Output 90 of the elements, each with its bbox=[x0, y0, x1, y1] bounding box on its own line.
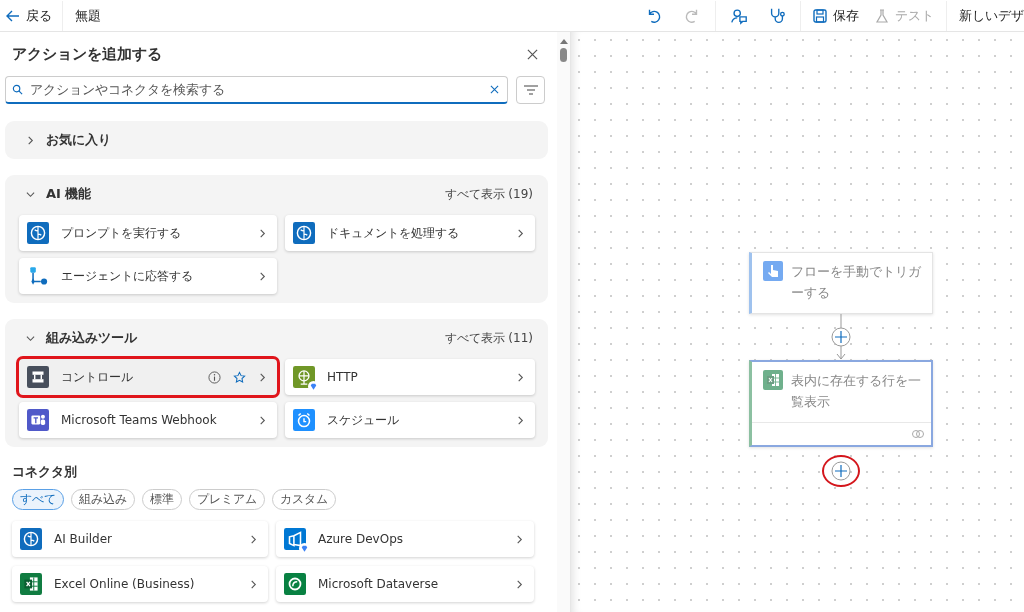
node-graph-icon bbox=[27, 265, 49, 287]
chevron-right-icon bbox=[26, 135, 35, 145]
chevron-right-icon bbox=[516, 372, 525, 382]
action-card[interactable]: プロンプトを実行する bbox=[19, 215, 277, 251]
section-heading: コネクタ別 bbox=[12, 463, 78, 481]
flow-step-card[interactable]: フローを手動でトリガーする bbox=[749, 252, 933, 314]
flow-title: 無題 bbox=[74, 6, 102, 25]
action-card[interactable]: コントロール bbox=[19, 359, 277, 395]
search-icon bbox=[12, 84, 23, 95]
action-card[interactable]: AI Builder bbox=[12, 521, 268, 557]
chevron-right-icon bbox=[515, 534, 524, 544]
dataverse-icon bbox=[284, 573, 306, 595]
devops-icon bbox=[284, 528, 306, 550]
action-label: HTTP bbox=[327, 370, 359, 384]
chevron-right-icon bbox=[249, 579, 258, 589]
filter-icon bbox=[523, 85, 538, 95]
info-icon[interactable] bbox=[208, 370, 221, 384]
step-title: 表内に存在する行を一覧表示 bbox=[791, 372, 921, 411]
chevron-right-icon bbox=[258, 415, 267, 425]
spreadsheet-icon bbox=[763, 370, 783, 390]
search-field[interactable]: アクションやコネクタを検索する bbox=[5, 76, 508, 104]
chevron-down-icon bbox=[26, 189, 35, 199]
action-card[interactable]: エージェントに応答する bbox=[19, 258, 277, 294]
see-all-link[interactable]: すべて表示 (11) bbox=[444, 329, 533, 347]
section-title: AI 機能 bbox=[46, 185, 93, 203]
chevron-right-icon bbox=[516, 415, 525, 425]
globe-icon bbox=[293, 366, 315, 388]
filter-chip[interactable]: すべて bbox=[12, 489, 64, 510]
diamond-badge-icon bbox=[308, 381, 319, 392]
action-label: AI Builder bbox=[54, 532, 113, 546]
chevron-right-icon bbox=[258, 228, 267, 238]
action-label: プロンプトを実行する bbox=[61, 224, 182, 242]
plus-icon bbox=[831, 461, 851, 481]
hand-tap-icon bbox=[763, 261, 783, 281]
control-icon bbox=[27, 366, 49, 388]
action-label: Azure DevOps bbox=[318, 532, 405, 546]
alarm-clock-icon bbox=[293, 409, 315, 431]
scrollbar[interactable] bbox=[557, 32, 571, 612]
step-title: フローを手動でトリガーする bbox=[791, 263, 922, 302]
spreadsheet-icon bbox=[20, 573, 42, 595]
flask-icon bbox=[875, 8, 889, 23]
chevron-right-icon bbox=[258, 271, 267, 281]
diamond-badge-icon bbox=[299, 543, 310, 554]
add-step-button[interactable] bbox=[822, 455, 860, 487]
section-title: 組み込みツール bbox=[46, 329, 138, 347]
filter-chip[interactable]: カスタム bbox=[272, 489, 336, 510]
action-label: Microsoft Teams Webhook bbox=[61, 413, 218, 427]
panel-title: アクションを追加する bbox=[12, 44, 162, 64]
star-icon[interactable] bbox=[233, 370, 246, 384]
flow-step-card[interactable]: 表内に存在する行を一覧表示 bbox=[749, 360, 933, 447]
save-button[interactable]: 保存 bbox=[805, 0, 867, 31]
back-arrow-icon bbox=[6, 9, 20, 22]
connector-arrow bbox=[831, 314, 851, 360]
back-button[interactable]: 戻る bbox=[0, 0, 63, 31]
chevron-down-icon bbox=[26, 333, 35, 343]
section-header[interactable]: 組み込みツール すべて表示 (11) bbox=[12, 323, 533, 353]
clear-icon[interactable] bbox=[490, 85, 499, 94]
filter-button[interactable] bbox=[516, 76, 545, 104]
action-card[interactable]: Microsoft Dataverse bbox=[276, 566, 534, 602]
teams-icon bbox=[27, 409, 49, 431]
action-card[interactable]: HTTP bbox=[285, 359, 535, 395]
section-title: お気に入り bbox=[46, 131, 112, 149]
filter-chip[interactable]: 標準 bbox=[142, 489, 182, 510]
action-label: エージェントに応答する bbox=[61, 267, 194, 285]
action-card[interactable]: スケジュール bbox=[285, 402, 535, 438]
brain-icon bbox=[20, 528, 42, 550]
section-header[interactable]: AI 機能 すべて表示 (19) bbox=[12, 179, 533, 209]
action-label: Excel Online (Business) bbox=[54, 577, 196, 591]
action-card[interactable]: ドキュメントを処理する bbox=[285, 215, 535, 251]
brain-icon bbox=[27, 222, 49, 244]
action-card[interactable]: Azure DevOps bbox=[276, 521, 534, 557]
see-all-link[interactable]: すべて表示 (19) bbox=[444, 185, 533, 203]
chevron-right-icon bbox=[516, 228, 525, 238]
stethoscope-icon[interactable] bbox=[768, 6, 786, 25]
action-card[interactable]: Microsoft Teams Webhook bbox=[19, 402, 277, 438]
action-label: Microsoft Dataverse bbox=[318, 577, 440, 591]
filter-chip[interactable]: プレミアム bbox=[189, 489, 265, 510]
link-icon bbox=[911, 429, 925, 439]
designer-toggle-label[interactable]: 新しいデザ bbox=[951, 6, 1024, 25]
filter-chip[interactable]: 組み込み bbox=[71, 489, 135, 510]
chevron-right-icon bbox=[249, 534, 258, 544]
chevron-right-icon bbox=[258, 372, 267, 382]
action-label: スケジュール bbox=[327, 411, 400, 429]
action-label: ドキュメントを処理する bbox=[327, 224, 460, 242]
brain-icon bbox=[293, 222, 315, 244]
close-icon[interactable] bbox=[527, 48, 538, 60]
action-card[interactable]: Excel Online (Business) bbox=[12, 566, 268, 602]
action-label: コントロール bbox=[61, 368, 134, 386]
section-header[interactable]: お気に入り bbox=[12, 125, 533, 155]
chevron-right-icon bbox=[515, 579, 524, 589]
